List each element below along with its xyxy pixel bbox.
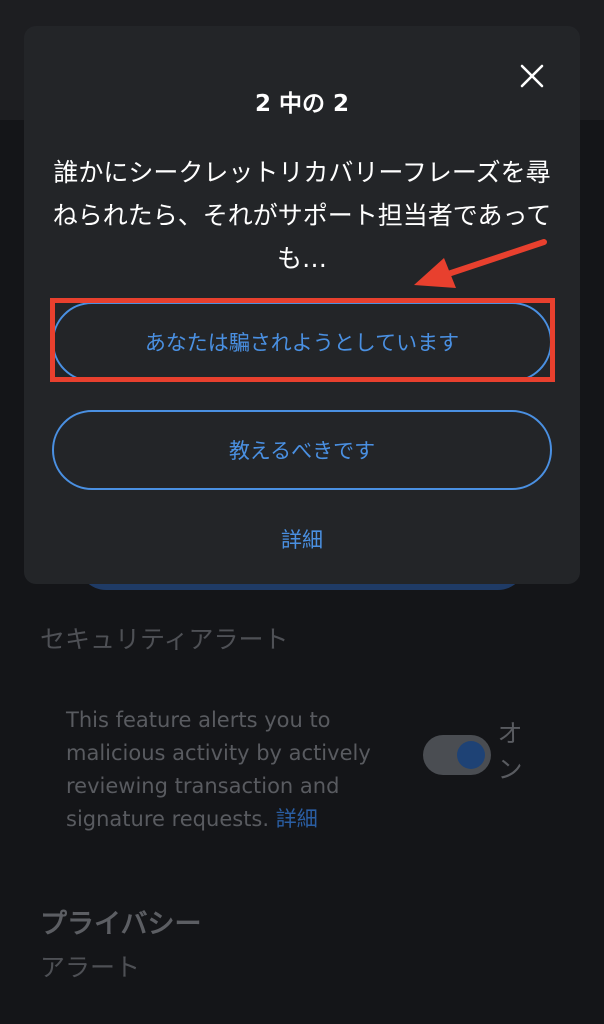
modal-title: 2 中の 2 [254, 91, 350, 117]
toggle-state-label: オン [497, 719, 523, 784]
privacy-heading: プライバシー [40, 909, 202, 940]
security-alert-label: セキュリティアラート [40, 625, 289, 654]
alert-label: アラート [40, 953, 141, 982]
security-alert-description-text: This feature alerts you to malicious act… [66, 708, 371, 831]
close-icon[interactable] [518, 62, 546, 90]
toggle-knob [457, 741, 485, 769]
security-alert-description: This feature alerts you to malicious act… [66, 704, 406, 836]
learn-more-link[interactable]: 詳細 [24, 524, 580, 554]
security-alert-toggle[interactable] [423, 735, 491, 775]
quiz-screen: セキュリティアラート This feature alerts you to ma… [0, 0, 604, 1024]
answer-option-tell-button[interactable]: 教えるべきです [52, 410, 552, 490]
annotation-arrow-icon [414, 239, 547, 288]
security-alert-learn-more-link[interactable]: 詳細 [276, 807, 318, 831]
annotation-highlight-box [50, 298, 555, 382]
